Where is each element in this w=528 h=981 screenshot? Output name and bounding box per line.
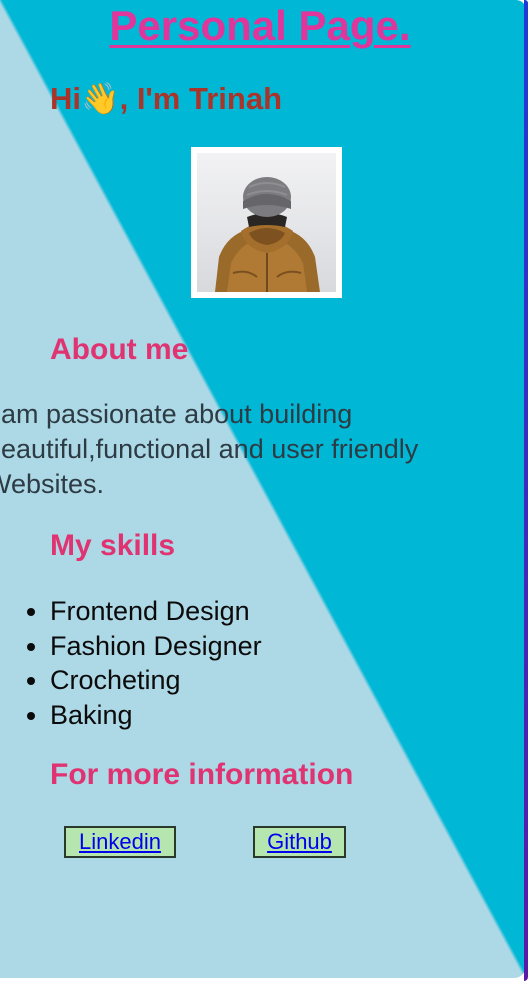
github-link-button[interactable]: Github [253,826,346,858]
skills-heading: My skills [50,529,176,562]
window-edge [524,0,528,981]
skill-label: Frontend Design [50,596,250,626]
profile-photo-frame [191,147,342,298]
person-illustration [215,177,320,292]
page-background: Personal Page. Hi👋, I'm Trinah About me … [0,0,526,978]
bullet-icon [27,677,35,685]
contact-heading: For more information [50,758,354,791]
bullet-icon [27,642,35,651]
greeting-heading: Hi👋, I'm Trinah [50,81,283,116]
skill-item: Baking [22,698,262,733]
about-heading: About me [50,333,189,366]
about-text: I am passionate about building beautiful… [0,399,419,499]
skill-label: Fashion Designer [50,630,262,661]
skill-label: Baking [50,699,133,730]
skills-list: Frontend Design Fashion Designer Crochet… [22,594,262,732]
skill-item: Crocheting [22,663,262,698]
page-title: Personal Page. [109,2,411,49]
bullet-icon [27,711,35,720]
linkedin-link-button[interactable]: Linkedin [64,826,176,858]
skill-item: Frontend Design [22,594,262,629]
skill-item: Fashion Designer [22,629,262,664]
profile-photo [197,153,336,292]
bullet-icon [27,608,35,616]
skill-label: Crocheting [50,665,181,695]
